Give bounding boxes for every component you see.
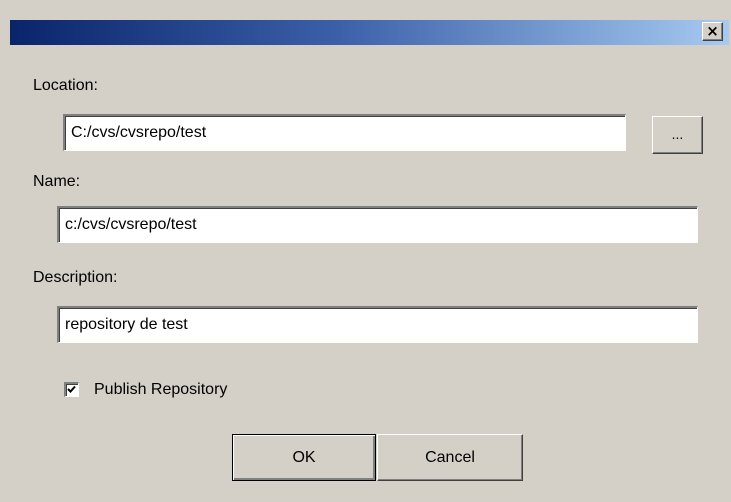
publish-label[interactable]: Publish Repository [94, 381, 227, 399]
publish-checkbox[interactable] [64, 382, 79, 397]
browse-button[interactable]: ... [652, 116, 703, 154]
location-label: Location: [33, 77, 98, 94]
ok-button[interactable]: OK [232, 434, 376, 481]
close-button[interactable]: × [702, 22, 723, 41]
location-input[interactable]: C:/cvs/cvsrepo/test [63, 114, 626, 151]
checkmark-icon [67, 385, 76, 393]
name-label: Name: [33, 173, 81, 190]
repository-dialog: × Location: C:/cvs/cvsrepo/test ... Name… [0, 0, 731, 502]
cancel-button[interactable]: Cancel [377, 434, 523, 481]
description-input[interactable]: repository de test [57, 306, 698, 343]
close-icon: × [706, 22, 719, 40]
description-label: Description: [33, 269, 118, 286]
name-input[interactable]: c:/cvs/cvsrepo/test [57, 206, 698, 243]
title-bar[interactable]: × [10, 20, 729, 45]
